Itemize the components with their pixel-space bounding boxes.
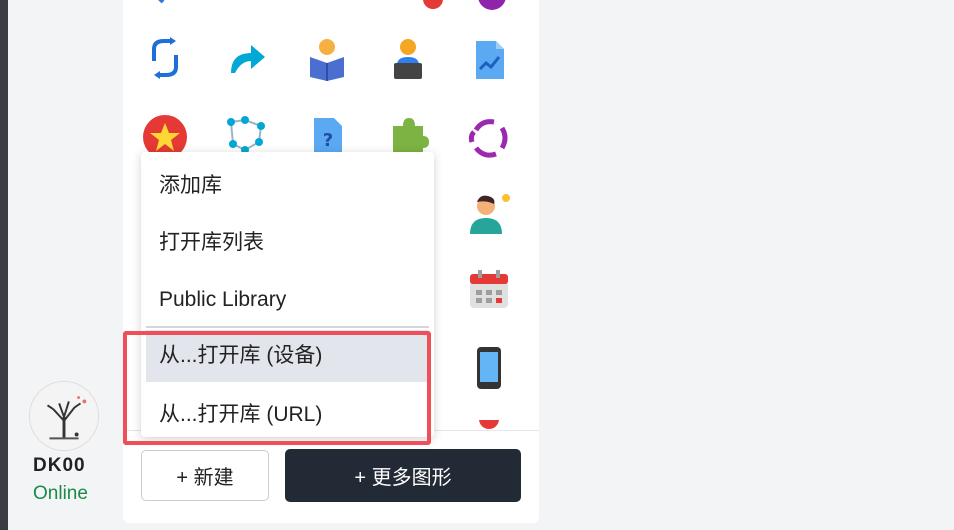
new-button[interactable]: + 新建 xyxy=(141,450,269,501)
mobile-phone-icon[interactable] xyxy=(466,345,512,391)
menu-item-open-library-list[interactable]: 打开库列表 xyxy=(141,217,434,269)
partial-top-icon[interactable] xyxy=(137,0,183,22)
share-arrow-icon[interactable] xyxy=(223,35,269,81)
svg-text:?: ? xyxy=(323,130,333,151)
user-idea-icon[interactable] xyxy=(466,190,512,236)
menu-separator xyxy=(146,326,429,328)
avatar[interactable] xyxy=(29,381,99,451)
partial-close-icon[interactable] xyxy=(410,0,456,22)
sync-icon[interactable] xyxy=(142,35,188,81)
reader-icon[interactable] xyxy=(304,35,350,81)
menu-item-public-library[interactable]: Public Library xyxy=(141,274,434,326)
partial-purple-icon[interactable] xyxy=(469,0,515,22)
chart-document-icon[interactable] xyxy=(466,35,512,81)
highlight-box xyxy=(123,331,431,445)
laptop-user-icon[interactable] xyxy=(385,35,431,81)
more-shapes-button[interactable]: + 更多图形 xyxy=(285,449,521,502)
user-name: DK00 xyxy=(33,455,86,476)
calendar-icon[interactable] xyxy=(466,266,512,312)
tree-avatar-icon xyxy=(30,382,98,450)
refresh-cycle-icon[interactable] xyxy=(466,114,512,160)
menu-item-add-library[interactable]: 添加库 xyxy=(141,160,434,212)
left-edge-bar xyxy=(0,0,8,530)
user-status: Online xyxy=(33,483,88,504)
